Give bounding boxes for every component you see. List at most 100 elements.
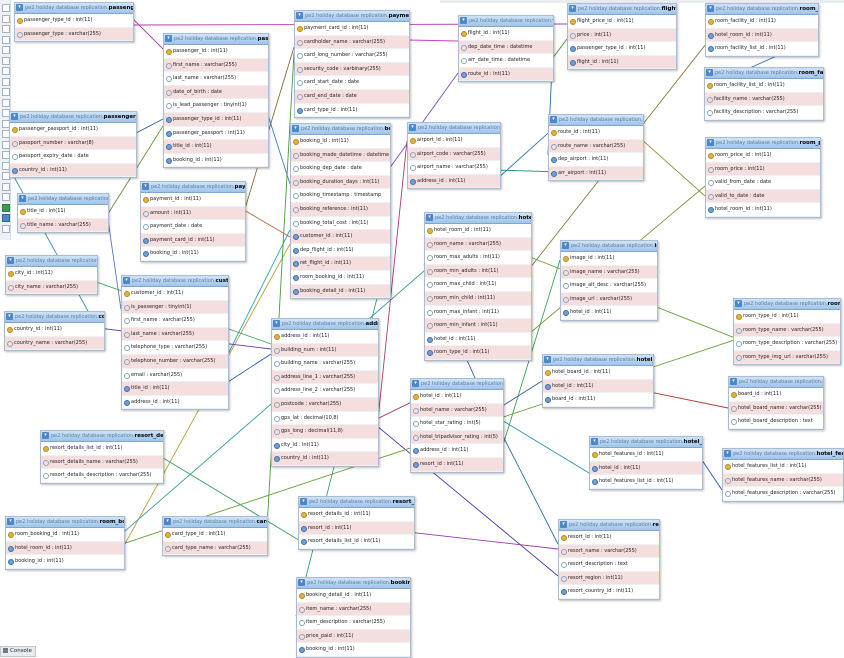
table-collapse-icon[interactable]: ▾ bbox=[42, 432, 49, 439]
column-row[interactable]: booking_id : int(11) bbox=[6, 555, 124, 569]
column-row[interactable]: address_line_1 : varchar(255) bbox=[272, 371, 378, 385]
column-row[interactable]: booking_reference : int(11) bbox=[291, 203, 390, 217]
column-row[interactable]: airport_id : int(11) bbox=[408, 134, 500, 148]
table-collapse-icon[interactable]: ▾ bbox=[16, 4, 23, 11]
column-row[interactable]: airport_name : varchar(255) bbox=[408, 161, 500, 175]
column-row[interactable]: facility_description : varchar(255) bbox=[705, 106, 823, 120]
column-row[interactable]: cardholder_name : varchar(255) bbox=[295, 36, 409, 50]
column-row[interactable]: room_price_id : int(11) bbox=[706, 149, 820, 163]
column-row[interactable]: resort_description : text bbox=[559, 558, 659, 572]
table-header[interactable]: ▾pe2 holiday database replication.route bbox=[549, 115, 643, 126]
column-row[interactable]: booking_id : int(11) bbox=[297, 643, 410, 657]
table-header[interactable]: ▾pe2 holiday database replication.board bbox=[729, 377, 823, 388]
table-collapse-icon[interactable]: ▾ bbox=[560, 521, 567, 528]
column-row[interactable]: address_line_2 : varchar(255) bbox=[272, 384, 378, 398]
column-row[interactable]: room_facility_list_id : int(11) bbox=[705, 79, 823, 93]
table-header[interactable]: ▾pe2 holiday database replication.hotel_… bbox=[723, 449, 843, 460]
column-row[interactable]: gps_lat : decimal(10,8) bbox=[272, 412, 378, 426]
table-header[interactable]: ▾pe2 holiday database replication.images bbox=[561, 241, 657, 252]
column-row[interactable]: hotel_board_name : varchar(255) bbox=[729, 402, 823, 416]
table-header[interactable]: ▾pe2 holiday database replication.passen… bbox=[15, 3, 133, 14]
column-row[interactable]: resort_id : int(11) bbox=[299, 522, 414, 536]
table-booking-detail[interactable]: ▾pe2 holiday database replication.bookin… bbox=[296, 577, 411, 658]
column-row[interactable]: dep_airport : int(11) bbox=[549, 153, 643, 167]
toolbar-tool-icon[interactable] bbox=[2, 25, 10, 33]
column-row[interactable]: passenger_passport_id : int(11) bbox=[10, 123, 136, 137]
table-collapse-icon[interactable]: ▾ bbox=[460, 17, 467, 24]
column-row[interactable]: hotel_id : int(11) bbox=[543, 380, 653, 394]
column-row[interactable]: passenger_id : int(11) bbox=[164, 45, 268, 59]
column-row[interactable]: room_type_name : varchar(255) bbox=[734, 324, 840, 338]
table-payment-card[interactable]: ▾pe2 holiday database replication.paymen… bbox=[294, 10, 410, 118]
column-row[interactable]: room_type_id : int(11) bbox=[425, 346, 531, 360]
column-row[interactable]: hotel_id : int(11) bbox=[425, 333, 531, 347]
column-row[interactable]: resort_details_description : varchar(255… bbox=[41, 469, 163, 483]
column-row[interactable]: resort_region : int(11) bbox=[559, 572, 659, 586]
column-row[interactable]: image_id : int(11) bbox=[561, 252, 657, 266]
column-row[interactable]: first_name : varchar(255) bbox=[122, 314, 228, 328]
table-board[interactable]: ▾pe2 holiday database replication.boardb… bbox=[728, 376, 824, 430]
column-row[interactable]: hotel_star_rating : int(5) bbox=[411, 417, 503, 431]
table-booking[interactable]: ▾pe2 holiday database replication.bookin… bbox=[290, 123, 391, 299]
column-row[interactable]: passenger_type : varchar(255) bbox=[15, 28, 133, 42]
column-row[interactable]: hotel_room_id : int(11) bbox=[425, 224, 531, 238]
table-passenger-passport[interactable]: ▾pe2 holiday database replication.passen… bbox=[9, 111, 137, 178]
column-row[interactable]: booking_duration_days : int(11) bbox=[291, 176, 390, 190]
table-title[interactable]: ▾pe2 holiday database replication.titlet… bbox=[17, 193, 109, 233]
column-row[interactable]: room_booking_id : int(11) bbox=[291, 271, 390, 285]
column-row[interactable]: card_long_number : varchar(255) bbox=[295, 49, 409, 63]
toolbar-tool-icon[interactable] bbox=[2, 15, 10, 23]
table-collapse-icon[interactable]: ▾ bbox=[165, 35, 172, 42]
column-row[interactable]: title_id : int(11) bbox=[122, 382, 228, 396]
table-hotel-features[interactable]: ▾pe2 holiday database replication.hotel_… bbox=[589, 436, 703, 490]
column-row[interactable]: booking_timestamp : timestamp bbox=[291, 189, 390, 203]
column-row[interactable]: hotel_features_name : varchar(255) bbox=[723, 474, 843, 488]
column-row[interactable]: image_url : varchar(255) bbox=[561, 293, 657, 307]
table-collapse-icon[interactable]: ▾ bbox=[591, 438, 598, 445]
column-row[interactable]: item_name : varchar(255) bbox=[297, 603, 410, 617]
column-row[interactable]: resort_country_id : int(11) bbox=[559, 585, 659, 599]
column-row[interactable]: hotel_board_description : text bbox=[729, 415, 823, 429]
table-header[interactable]: ▾pe2 holiday database replication.countr… bbox=[5, 312, 104, 323]
column-row[interactable]: valid_to_date : date bbox=[706, 190, 820, 204]
column-row[interactable]: item_description : varchar(255) bbox=[297, 616, 410, 630]
table-collapse-icon[interactable]: ▾ bbox=[735, 300, 742, 307]
table-header[interactable]: ▾pe2 holiday database replication.hotel_… bbox=[543, 355, 653, 366]
table-collapse-icon[interactable]: ▾ bbox=[562, 242, 569, 249]
column-row[interactable]: passport_number : varchar(8) bbox=[10, 137, 136, 151]
column-row[interactable]: flight_id : int(11) bbox=[568, 56, 676, 70]
table-hotel[interactable]: ▾pe2 holiday database replication.hotelh… bbox=[410, 378, 504, 473]
table-images[interactable]: ▾pe2 holiday database replication.images… bbox=[560, 240, 658, 321]
table-header[interactable]: ▾pe2 holiday database replication.passen… bbox=[164, 34, 268, 45]
column-row[interactable]: booking_id : int(11) bbox=[291, 135, 390, 149]
column-row[interactable]: payment_card_id : int(11) bbox=[141, 234, 245, 248]
table-hotel-features-list[interactable]: ▾pe2 holiday database replication.hotel_… bbox=[722, 448, 844, 502]
column-row[interactable]: card_type_name : varchar(255) bbox=[163, 542, 267, 556]
column-row[interactable]: card_start_date : date bbox=[295, 76, 409, 90]
console-tab[interactable]: Console bbox=[0, 646, 36, 657]
column-row[interactable]: resort_details_list_id : int(11) bbox=[299, 535, 414, 549]
table-collapse-icon[interactable]: ▾ bbox=[7, 518, 14, 525]
table-header[interactable]: ▾pe2 holiday database replication.hotel_… bbox=[425, 213, 531, 224]
column-row[interactable]: room_type_description : varchar(255) bbox=[734, 337, 840, 351]
table-collapse-icon[interactable]: ▾ bbox=[409, 124, 416, 131]
table-header[interactable]: ▾pe2 holiday database replication.resort bbox=[559, 520, 659, 531]
column-row[interactable]: room_max_infant : int(11) bbox=[425, 306, 531, 320]
table-header[interactable]: ▾pe2 holiday database replication.resort… bbox=[299, 497, 414, 508]
column-row[interactable]: payment_date : date bbox=[141, 220, 245, 234]
column-row[interactable]: image_alt_desc : varchar(255) bbox=[561, 279, 657, 293]
table-flight-price[interactable]: ▾pe2 holiday database replication.flight… bbox=[567, 3, 677, 70]
column-row[interactable]: last_name : varchar(255) bbox=[164, 72, 268, 86]
column-row[interactable]: customer_id : int(11) bbox=[291, 230, 390, 244]
table-collapse-icon[interactable]: ▾ bbox=[164, 518, 171, 525]
toolbar-tool-icon[interactable] bbox=[2, 214, 10, 222]
column-row[interactable]: room_facility_list_id : int(11) bbox=[706, 42, 818, 56]
column-row[interactable]: title_id : int(11) bbox=[18, 205, 108, 219]
table-header[interactable]: ▾pe2 holiday database replication.room_t… bbox=[734, 299, 840, 310]
column-row[interactable]: customer_id : int(11) bbox=[122, 287, 228, 301]
column-row[interactable]: passenger_type_id : int(11) bbox=[164, 113, 268, 127]
toolbar-tool-icon[interactable] bbox=[2, 78, 10, 86]
table-room-facility-list[interactable]: ▾pe2 holiday database replication.room_f… bbox=[704, 67, 824, 121]
column-row[interactable]: flight_id : int(11) bbox=[459, 27, 553, 41]
column-row[interactable]: hotel_tripadvisor_rating : int(5) bbox=[411, 431, 503, 445]
